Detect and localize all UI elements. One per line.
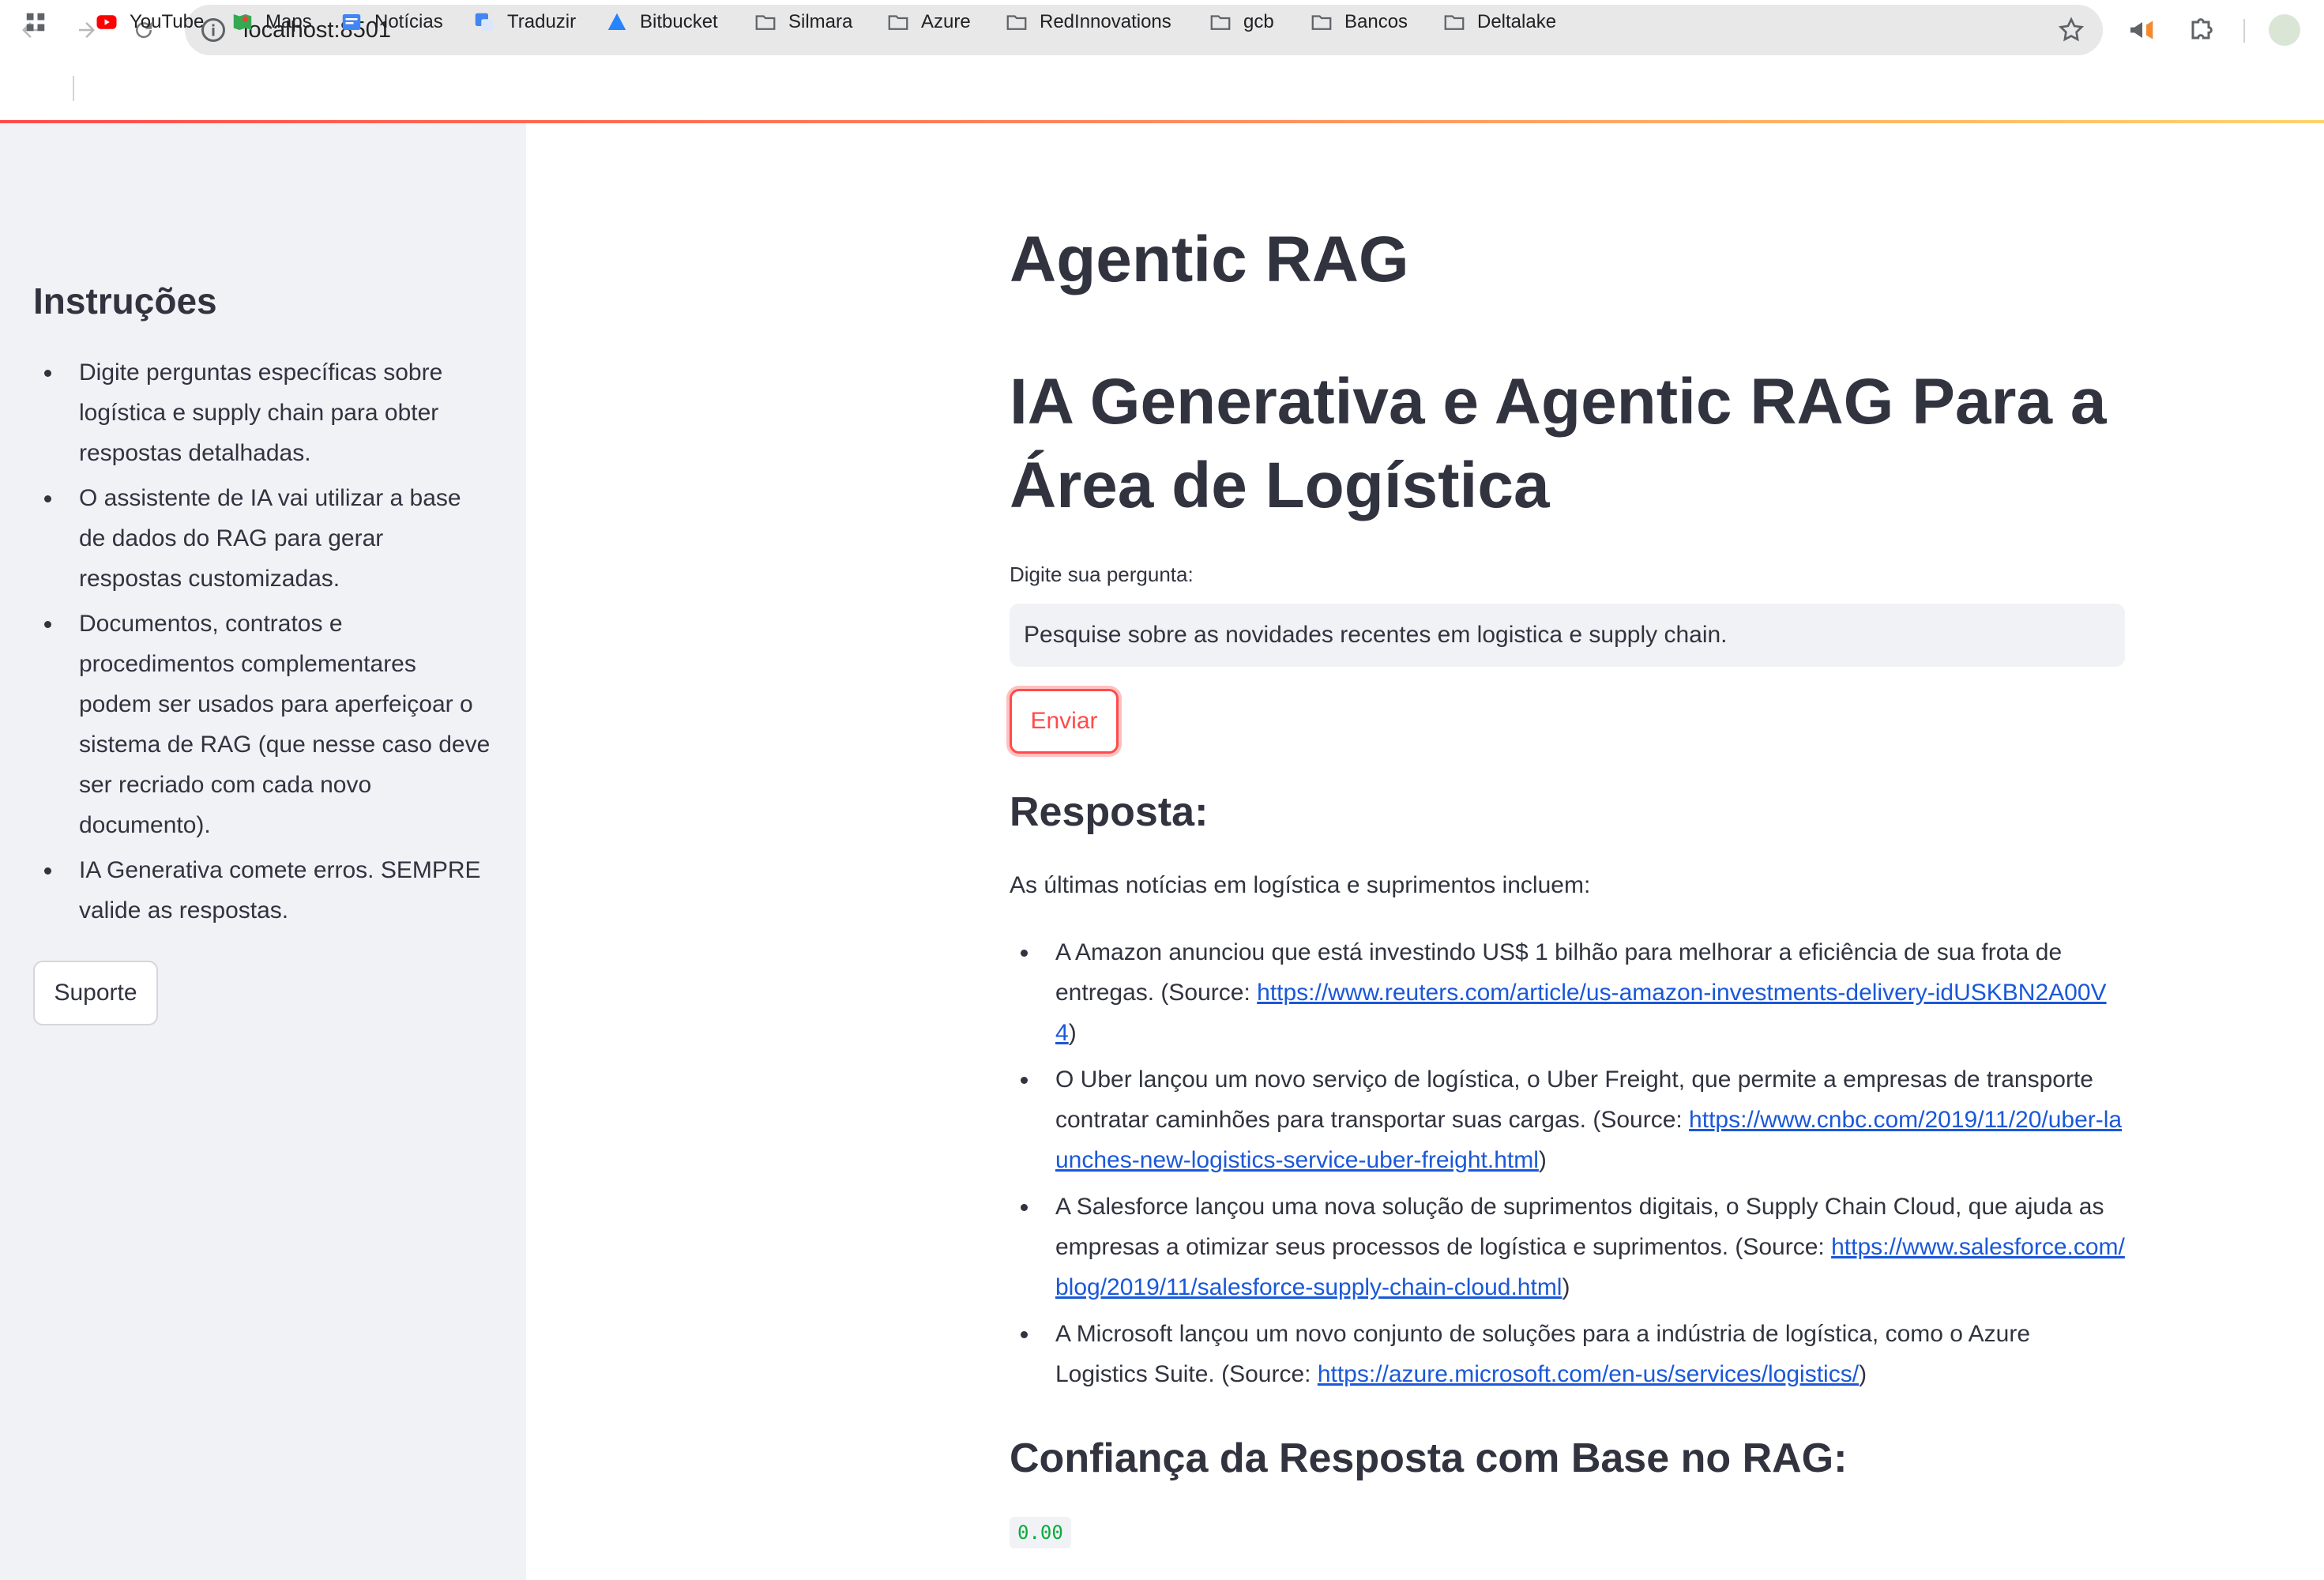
bookmark-label: Notícias: [374, 11, 443, 32]
bookmark-star-icon[interactable]: [2057, 16, 2085, 44]
bookmark-folder-deltalake[interactable]: Deltalake: [1442, 0, 1556, 44]
apps-grid-icon: [26, 13, 45, 32]
toolbar-divider: [2243, 19, 2245, 43]
avatar[interactable]: [2269, 14, 2300, 46]
maps-icon: [233, 14, 252, 30]
bookmark-label: gcb: [1243, 11, 1274, 32]
folder-icon: [1210, 15, 1231, 30]
response-intro: As últimas notícias em logística e supri…: [1010, 872, 1591, 898]
question-label: Digite sua pergunta:: [1010, 562, 1194, 586]
bookmark-traduzir[interactable]: Traduzir: [472, 0, 576, 44]
bookmark-label: Maps: [265, 11, 312, 32]
instruction-item: Digite perguntas específicas sobre logís…: [33, 352, 491, 473]
folder-icon: [755, 15, 776, 30]
bookmark-maps[interactable]: Maps: [231, 0, 312, 44]
news-tail: ): [1562, 1274, 1570, 1300]
response-heading: Resposta:: [1010, 789, 1209, 835]
bookmark-label: YouTube: [130, 11, 205, 32]
news-item: A Amazon anunciou que está investindo US…: [1010, 932, 2125, 1053]
news-item: A Salesforce lançou uma nova solução de …: [1010, 1187, 2125, 1307]
source-link[interactable]: https://azure.microsoft.com/en-us/servic…: [1318, 1361, 1859, 1387]
bookmark-noticias[interactable]: Notícias: [340, 0, 443, 44]
folder-icon: [1006, 15, 1027, 30]
instruction-item: IA Generativa comete erros. SEMPRE valid…: [33, 850, 491, 931]
sidebar: Instruções Digite perguntas específicas …: [0, 123, 526, 1580]
apps-grid[interactable]: [24, 0, 58, 44]
bookmark-folder-bancos[interactable]: Bancos: [1310, 0, 1408, 44]
instruction-item: Documentos, contratos e procedimentos co…: [33, 604, 491, 845]
news-item: O Uber lançou um novo serviço de logísti…: [1010, 1059, 2125, 1180]
folder-icon: [1444, 15, 1465, 30]
send-button[interactable]: Enviar: [1010, 689, 1119, 754]
bookmark-label: Bancos: [1344, 11, 1408, 32]
bookmark-separator: [73, 76, 74, 101]
folder-icon: [888, 15, 908, 30]
folder-icon: [1311, 15, 1332, 30]
support-button[interactable]: Suporte: [33, 961, 158, 1025]
question-input[interactable]: [1010, 604, 2125, 667]
confidence-value: 0.00: [1010, 1517, 1071, 1548]
bookmark-folder-silmara[interactable]: Silmara: [754, 0, 852, 44]
browser-chrome: localhost:8501 YouTube Maps Notícias Tra…: [0, 0, 2324, 122]
bookmark-folder-azure[interactable]: Azure: [886, 0, 971, 44]
bookmark-label: Bitbucket: [640, 11, 718, 32]
bitbucket-icon: [607, 13, 626, 30]
bookmark-folder-redinnovations[interactable]: RedInnovations: [1005, 0, 1171, 44]
youtube-icon: [96, 15, 117, 29]
bookmark-folder-gcb[interactable]: gcb: [1209, 0, 1274, 44]
bookmark-youtube[interactable]: YouTube: [95, 0, 204, 44]
bookmark-bitbucket[interactable]: Bitbucket: [605, 0, 718, 44]
news-list: A Amazon anunciou que está investindo US…: [1010, 932, 2125, 1401]
translate-icon: [475, 13, 494, 32]
news-tail: ): [1538, 1147, 1547, 1173]
news-item: A Microsoft lançou um novo conjunto de s…: [1010, 1314, 2125, 1394]
bookmark-label: Silmara: [788, 11, 853, 32]
page-subtitle: IA Generativa e Agentic RAG Para a Área …: [1010, 366, 2107, 521]
main-content: Agentic RAG IA Generativa e Agentic RAG …: [526, 123, 2324, 1580]
bookmark-label: Azure: [921, 11, 971, 32]
megaphone-icon[interactable]: [2127, 14, 2158, 46]
news-icon: [342, 14, 361, 30]
confidence-heading: Confiança da Resposta com Base no RAG:: [1010, 1435, 1848, 1481]
bookmark-label: Deltalake: [1477, 11, 1557, 32]
news-tail: ): [1859, 1361, 1867, 1387]
instructions-list: Digite perguntas específicas sobre logís…: [33, 352, 491, 935]
sidebar-heading: Instruções: [33, 280, 217, 322]
page-title: Agentic RAG: [1010, 224, 1409, 295]
puzzle-icon[interactable]: [2185, 14, 2217, 46]
bookmark-label: Traduzir: [507, 11, 577, 32]
news-tail: ): [1068, 1020, 1077, 1046]
bookmark-label: RedInnovations: [1040, 11, 1171, 32]
instruction-item: O assistente de IA vai utilizar a base d…: [33, 478, 491, 599]
